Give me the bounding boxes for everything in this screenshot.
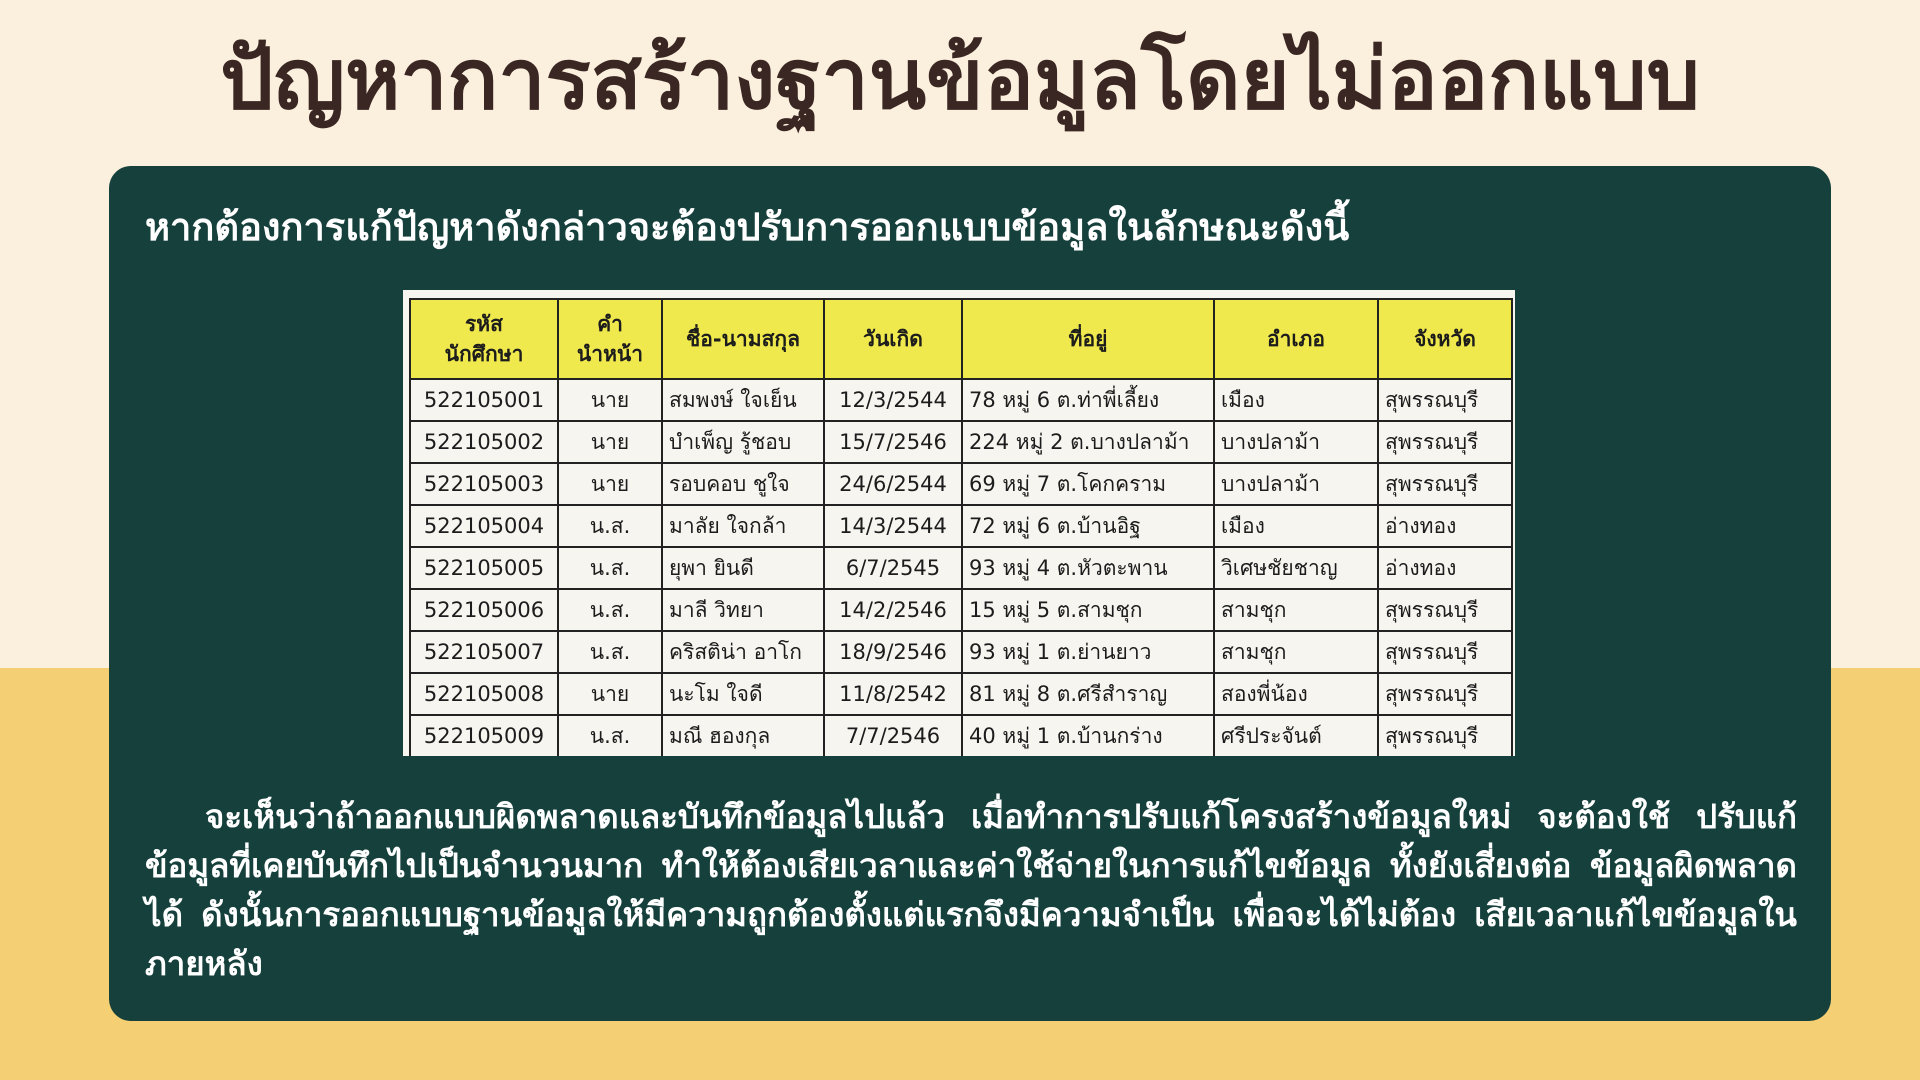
table-row: 522105002 นาย บำเพ็ญ รู้ชอบ 15/7/2546 224 หม… [409,420,1513,464]
cell-district: บางปลาม้า [1213,420,1379,464]
cell-dob: 18/9/2546 [823,630,963,674]
table-header-row: รหัส นักศึกษา คำ นำหน้า ชื่อ-นามสกุล วัน… [409,298,1513,380]
cell-name: ยุพา ยินดี [661,546,825,590]
cell-district: สามชุก [1213,588,1379,632]
cell-prefix: นาย [557,420,663,464]
cell-province: สุพรรณบุรี [1377,714,1513,756]
cell-address: 69 หมู่ 7 ต.โคกคราม [961,462,1215,506]
cell-address: 93 หมู่ 1 ต.ย่านยาว [961,630,1215,674]
cell-dob: 24/6/2544 [823,462,963,506]
cell-province: สุพรรณบุรี [1377,420,1513,464]
cell-name: มาลัย ใจกล้า [661,504,825,548]
cell-province: สุพรรณบุรี [1377,630,1513,674]
header-address: ที่อยู่ [961,298,1215,380]
cell-prefix: นาย [557,672,663,716]
cell-dob: 11/8/2542 [823,672,963,716]
table-row: 522105001 นาย สมพงษ์ ใจเย็น 12/3/2544 78 หมู… [409,378,1513,422]
table-row: 522105003 นาย รอบคอบ ชูใจ 24/6/2544 69 หมู่ … [409,462,1513,506]
header-prefix: คำ นำหน้า [557,298,663,380]
cell-student-id: 522105001 [409,378,559,422]
cell-name: มณี ฮองกุล [661,714,825,756]
table-row: 522105008 นาย นะโม ใจดี 11/8/2542 81 หมู่ 8 … [409,672,1513,716]
page-title: ปัญหาการสร้างฐานข้อมูลโดยไม่ออกแบบ [220,30,1700,128]
panel-subtitle: หากต้องการแก้ปัญหาดังกล่าวจะต้องปรับการอ… [145,205,1350,249]
cell-district: เมือง [1213,378,1379,422]
cell-dob: 6/7/2545 [823,546,963,590]
cell-student-id: 522105009 [409,714,559,756]
cell-district: ศรีประจันต์ [1213,714,1379,756]
cell-prefix: น.ส. [557,630,663,674]
table-row: 522105009 น.ส. มณี ฮองกุล 7/7/2546 40 หมู่ 1… [409,714,1513,756]
cell-student-id: 522105004 [409,504,559,548]
table-row: 522105004 น.ส. มาลัย ใจกล้า 14/3/2544 72 หมู… [409,504,1513,548]
cell-dob: 15/7/2546 [823,420,963,464]
content-panel: หากต้องการแก้ปัญหาดังกล่าวจะต้องปรับการอ… [109,166,1831,1021]
cell-name: มาลี วิทยา [661,588,825,632]
student-table: รหัส นักศึกษา คำ นำหน้า ชื่อ-นามสกุล วัน… [409,298,1513,756]
cell-student-id: 522105002 [409,420,559,464]
student-table-image: รหัส นักศึกษา คำ นำหน้า ชื่อ-นามสกุล วัน… [403,290,1515,756]
cell-prefix: น.ส. [557,714,663,756]
cell-province: สุพรรณบุรี [1377,378,1513,422]
cell-student-id: 522105006 [409,588,559,632]
cell-province: สุพรรณบุรี [1377,588,1513,632]
cell-prefix: น.ส. [557,504,663,548]
cell-address: 72 หมู่ 6 ต.บ้านอิฐ [961,504,1215,548]
header-dob: วันเกิด [823,298,963,380]
header-name: ชื่อ-นามสกุล [661,298,825,380]
cell-name: สมพงษ์ ใจเย็น [661,378,825,422]
table-row: 522105005 น.ส. ยุพา ยินดี 6/7/2545 93 หมู่ 4… [409,546,1513,590]
cell-district: สองพี่น้อง [1213,672,1379,716]
cell-student-id: 522105008 [409,672,559,716]
cell-address: 81 หมู่ 8 ต.ศรีสำราญ [961,672,1215,716]
cell-address: 224 หมู่ 2 ต.บางปลาม้า [961,420,1215,464]
cell-dob: 7/7/2546 [823,714,963,756]
cell-prefix: นาย [557,378,663,422]
cell-district: วิเศษชัยชาญ [1213,546,1379,590]
cell-address: 15 หมู่ 5 ต.สามชุก [961,588,1215,632]
cell-address: 93 หมู่ 4 ต.หัวตะพาน [961,546,1215,590]
cell-dob: 14/2/2546 [823,588,963,632]
cell-student-id: 522105007 [409,630,559,674]
table-row: 522105006 น.ส. มาลี วิทยา 14/2/2546 15 หมู่ … [409,588,1513,632]
cell-province: สุพรรณบุรี [1377,462,1513,506]
cell-name: รอบคอบ ชูใจ [661,462,825,506]
cell-address: 40 หมู่ 1 ต.บ้านกร่าง [961,714,1215,756]
cell-name: บำเพ็ญ รู้ชอบ [661,420,825,464]
cell-prefix: นาย [557,462,663,506]
cell-student-id: 522105003 [409,462,559,506]
cell-province: อ่างทอง [1377,546,1513,590]
explanation-paragraph: จะเห็นว่าถ้าออกแบบผิดพลาดและบันทึกข้อมูล… [145,797,1797,983]
cell-province: อ่างทอง [1377,504,1513,548]
cell-district: เมือง [1213,504,1379,548]
header-district: อำเภอ [1213,298,1379,380]
cell-district: บางปลาม้า [1213,462,1379,506]
table-row: 522105007 น.ส. คริสติน่า อาโก 18/9/2546 93 ห… [409,630,1513,674]
header-province: จังหวัด [1377,298,1513,380]
cell-name: คริสติน่า อาโก [661,630,825,674]
cell-district: สามชุก [1213,630,1379,674]
cell-name: นะโม ใจดี [661,672,825,716]
cell-prefix: น.ส. [557,546,663,590]
header-student-id: รหัส นักศึกษา [409,298,559,380]
cell-dob: 14/3/2544 [823,504,963,548]
table-body: 522105001 นาย สมพงษ์ ใจเย็น 12/3/2544 78 หมู… [409,378,1513,756]
cell-student-id: 522105005 [409,546,559,590]
cell-address: 78 หมู่ 6 ต.ท่าพี่เลี้ยง [961,378,1215,422]
cell-dob: 12/3/2544 [823,378,963,422]
cell-prefix: น.ส. [557,588,663,632]
cell-province: สุพรรณบุรี [1377,672,1513,716]
